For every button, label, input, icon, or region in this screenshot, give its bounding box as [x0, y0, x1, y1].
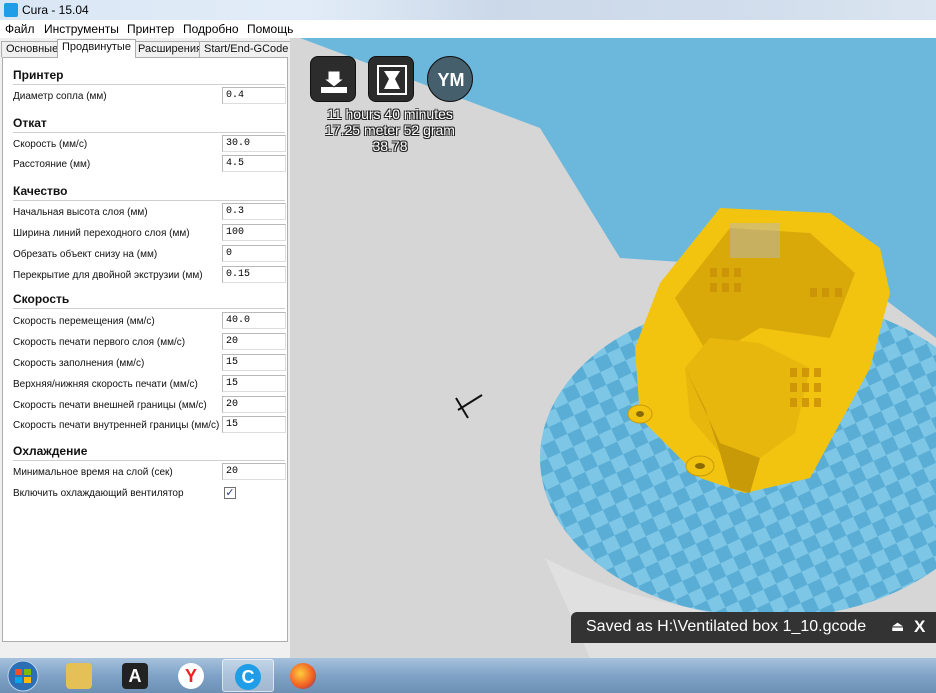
menu-bar: Файл Инструменты Принтер Подробно Помощь	[0, 20, 936, 38]
bottom-layer-speed-label: Скорость печати первого слоя (мм/с)	[13, 337, 186, 348]
cooling-fan-label: Включить охлаждающий вентилятор	[13, 488, 184, 499]
tab-advanced[interactable]: Продвинутые	[57, 39, 136, 58]
cura-app-icon	[4, 3, 18, 17]
tab-basic[interactable]: Основные	[1, 41, 64, 57]
initial-layer-width-label: Ширина линий переходного слоя (мм)	[13, 228, 190, 239]
section-quality-title: Качество	[13, 184, 68, 198]
title-bar-background	[300, 0, 936, 20]
infill-speed-field[interactable]: 15	[222, 354, 286, 371]
section-divider	[13, 200, 285, 201]
cooling-fan-checkbox[interactable]: ✓	[224, 487, 236, 499]
taskbar-app-a[interactable]: A	[110, 659, 162, 692]
taskbar-explorer[interactable]	[54, 659, 106, 692]
folder-icon	[66, 663, 92, 689]
taskbar: A Y C	[0, 658, 936, 693]
settings-tabs: Основные Продвинутые Расширения Start/En…	[0, 39, 294, 58]
cut-off-object-bottom-label: Обрезать объект снизу на (мм)	[13, 249, 158, 260]
inner-shell-speed-field[interactable]: 15	[222, 416, 286, 433]
firefox-icon	[290, 663, 316, 689]
load-model-icon	[321, 70, 347, 93]
print-save-icon	[377, 65, 407, 95]
cura-icon: C	[235, 664, 261, 690]
print-time: 11 hours 40 minutes	[327, 106, 453, 122]
initial-layer-height-field[interactable]: 0.3	[222, 203, 286, 220]
section-divider	[13, 84, 285, 85]
window-title: Cura - 15.04	[22, 3, 89, 17]
minimal-layer-time-label: Минимальное время на слой (сек)	[13, 467, 173, 478]
start-button[interactable]	[0, 659, 52, 692]
section-cooling-title: Охлаждение	[13, 444, 88, 458]
retraction-speed-label: Скорость (мм/с)	[13, 139, 88, 150]
menu-printer[interactable]: Принтер	[127, 22, 174, 36]
menu-help[interactable]: Помощь	[247, 22, 293, 36]
save-notification: Saved as H:\Ventilated box 1_10.gcode ⏏ …	[571, 612, 936, 643]
3d-viewport[interactable]: YM 11 hours 40 minutes 17.25 meter 52 gr…	[290, 38, 936, 658]
section-divider	[13, 132, 285, 133]
cut-off-object-bottom-field[interactable]: 0	[222, 245, 286, 262]
save-notification-text: Saved as H:\Ventilated box 1_10.gcode	[586, 618, 867, 635]
travel-speed-label: Скорость перемещения (мм/с)	[13, 316, 155, 327]
travel-speed-field[interactable]: 40.0	[222, 312, 286, 329]
tab-plugins[interactable]: Расширения	[133, 41, 207, 57]
axis-indicator	[455, 394, 483, 419]
taskbar-cura[interactable]: C	[222, 659, 274, 692]
outer-shell-speed-field[interactable]: 20	[222, 396, 286, 413]
menu-tools[interactable]: Инструменты	[44, 22, 119, 36]
top-bottom-speed-field[interactable]: 15	[222, 375, 286, 392]
retraction-distance-field[interactable]: 4.5	[222, 155, 286, 172]
infill-speed-label: Скорость заполнения (мм/с)	[13, 358, 145, 369]
material-amount: 17.25 meter 52 gram	[325, 122, 455, 138]
retraction-distance-label: Расстояние (мм)	[13, 159, 91, 170]
taskbar-firefox[interactable]	[278, 659, 330, 692]
eject-icon[interactable]: ⏏	[891, 618, 904, 635]
close-notification-button[interactable]: X	[914, 617, 925, 637]
menu-file[interactable]: Файл	[5, 22, 35, 36]
youmagine-button[interactable]: YM	[427, 56, 473, 102]
print-save-button[interactable]	[368, 56, 414, 102]
nozzle-diameter-label: Диаметр сопла (мм)	[13, 91, 107, 102]
inner-shell-speed-label: Скорость печати внутренней границы (мм/с…	[13, 420, 220, 431]
section-printer-title: Принтер	[13, 68, 64, 82]
tab-start-end-gcode[interactable]: Start/End-GCode	[199, 41, 294, 57]
windows-icon	[7, 660, 39, 692]
initial-layer-height-label: Начальная высота слоя (мм)	[13, 207, 148, 218]
section-divider	[13, 308, 285, 309]
dual-extrusion-overlap-label: Перекрытие для двойной экструзии (мм)	[13, 270, 203, 281]
retraction-speed-field[interactable]: 30.0	[222, 135, 286, 152]
minimal-layer-time-field[interactable]: 20	[222, 463, 286, 480]
menu-expert[interactable]: Подробно	[183, 22, 239, 36]
initial-layer-width-field[interactable]: 100	[222, 224, 286, 241]
section-speed-title: Скорость	[13, 292, 70, 306]
print-cost: 38.78	[372, 138, 408, 154]
top-bottom-speed-label: Верхняя/нижняя скорость печати (мм/с)	[13, 379, 198, 390]
outer-shell-speed-label: Скорость печати внешней границы (мм/с)	[13, 400, 207, 411]
taskbar-yandex-browser[interactable]: Y	[166, 659, 218, 692]
settings-panel: Принтер Диаметр сопла (мм) 0.4 Откат Ско…	[2, 57, 288, 642]
dual-extrusion-overlap-field[interactable]: 0.15	[222, 266, 286, 283]
title-bar: Cura - 15.04	[0, 0, 936, 20]
ym-icon: YM	[437, 70, 465, 90]
section-retraction-title: Откат	[13, 116, 47, 130]
yandex-icon: Y	[178, 663, 204, 689]
nozzle-diameter-field[interactable]: 0.4	[222, 87, 286, 104]
section-divider	[13, 460, 285, 461]
load-model-button[interactable]	[310, 56, 356, 102]
a-icon: A	[122, 663, 148, 689]
bottom-layer-speed-field[interactable]: 20	[222, 333, 286, 350]
